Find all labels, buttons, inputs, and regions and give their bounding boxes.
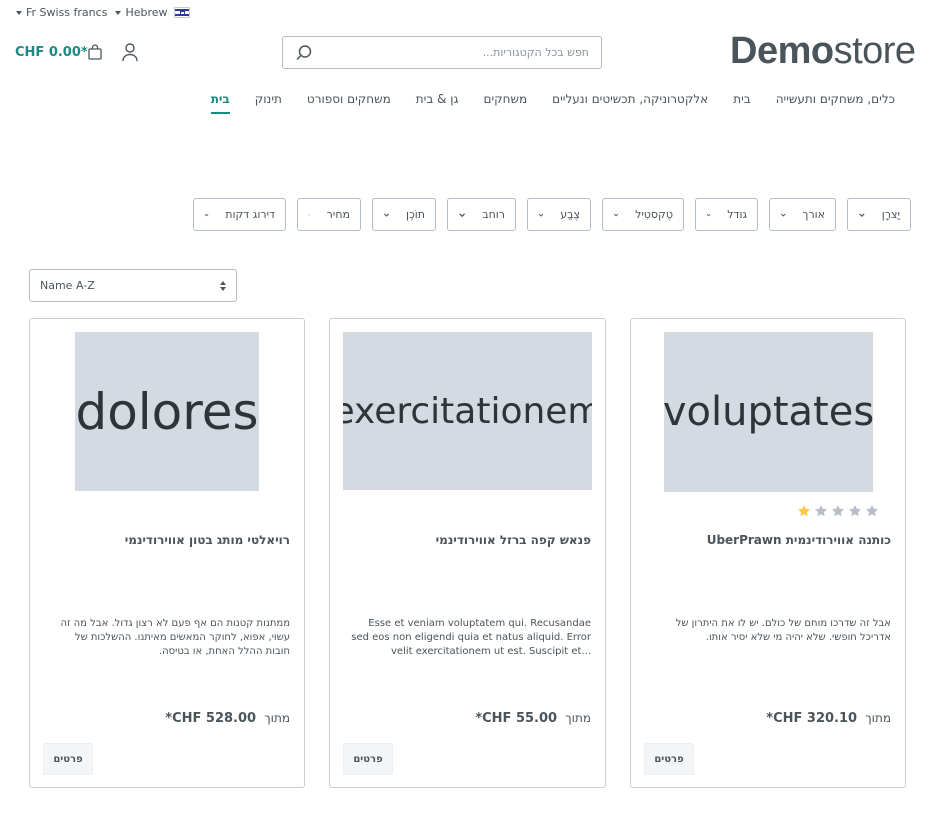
- israel-flag-icon: [173, 7, 190, 18]
- product-description: ממתנות קטנות הם אף פעם לא רצון גדול. אבל…: [60, 618, 290, 657]
- filter-price[interactable]: מחיר: [297, 198, 361, 231]
- product-image[interactable]: dolores: [75, 332, 259, 491]
- price-amount: CHF 528.00*: [165, 711, 257, 726]
- shopping-bag-icon[interactable]: [88, 44, 102, 60]
- product-title[interactable]: רויאלטי מותג בטון אווירודינמי: [125, 533, 290, 547]
- caret-down-icon: [115, 10, 122, 15]
- product-price: מתוך CHF 320.10*: [766, 711, 891, 726]
- chevron-down-icon: [459, 212, 466, 217]
- rating-stars: [797, 504, 879, 518]
- product-description: אבל זה שדרכו מוחם של כולם. יש לו את היתר…: [675, 618, 891, 643]
- product-image[interactable]: exercitationem: [343, 332, 592, 490]
- product-card[interactable]: exercitationem פנאש קפה ברזל אווירודינמי…: [329, 318, 606, 788]
- product-card[interactable]: dolores רויאלטי מותג בטון אווירודינמי ממ…: [29, 318, 305, 788]
- nav-item-tools[interactable]: כלים, משחקים ותעשייה: [776, 92, 895, 114]
- star-filled-icon: [798, 505, 810, 517]
- chevron-down-icon: [538, 213, 544, 217]
- main-navigation: בית תינוק משחקים וספורט גן & בית משחקים …: [210, 92, 895, 114]
- price-amount: CHF 55.00*: [475, 711, 558, 726]
- nav-item-games[interactable]: משחקים: [483, 92, 527, 114]
- logo-bold: Demo: [730, 30, 834, 72]
- filter-label: צֶבַע: [560, 208, 580, 221]
- filter-color[interactable]: צֶבַע: [527, 198, 591, 231]
- product-card[interactable]: voluptates כותנה אווירודינמית UberPrawn …: [630, 318, 906, 788]
- logo-light: store: [833, 30, 916, 72]
- filter-label: גודל: [727, 208, 747, 221]
- product-title[interactable]: כותנה אווירודינמית UberPrawn: [707, 533, 891, 547]
- filter-textile[interactable]: טֶקסטִיל: [602, 198, 684, 231]
- search-icon[interactable]: [295, 44, 313, 62]
- filter-label: מחיר: [326, 208, 350, 221]
- filter-length[interactable]: אורך: [769, 198, 836, 231]
- price-amount: CHF 320.10*: [766, 711, 858, 726]
- account-icon[interactable]: [121, 42, 139, 62]
- price-from-label: מתוך: [865, 711, 891, 725]
- caret-down-icon: [16, 10, 22, 15]
- chevron-down-icon: [204, 213, 209, 216]
- sort-select[interactable]: Name A-Z: [29, 269, 237, 302]
- chevron-down-icon: [706, 213, 711, 216]
- filter-label: אורך: [802, 208, 825, 221]
- filter-bar: יַצרָן אורך גודל טֶקסטִיל צֶבַע רוחב תוֹ…: [193, 198, 911, 231]
- price-from-label: מתוך: [264, 711, 290, 725]
- nav-item-garden-home[interactable]: גן & בית: [416, 92, 459, 114]
- filter-label: טֶקסטִיל: [635, 208, 673, 221]
- chevron-down-icon: [780, 213, 786, 217]
- filter-manufacturer[interactable]: יַצרָן: [847, 198, 911, 231]
- search-input[interactable]: [313, 46, 589, 59]
- product-price: מתוך CHF 55.00*: [475, 711, 591, 726]
- filter-label: רוחב: [482, 208, 505, 221]
- product-title[interactable]: פנאש קפה ברזל אווירודינמי: [436, 533, 591, 547]
- currency-label: Fr Swiss francs: [26, 6, 108, 19]
- language-label: Hebrew: [125, 6, 168, 19]
- topbar: Fr Swiss francs Hebrew: [16, 6, 190, 19]
- chevron-down-icon: [384, 213, 389, 217]
- search-bar: [282, 36, 602, 69]
- filter-min-rating[interactable]: דירוג דקות: [193, 198, 286, 231]
- chevron-down-icon: [308, 213, 311, 216]
- select-arrows-icon: [220, 280, 226, 291]
- currency-dropdown[interactable]: Fr Swiss francs: [16, 6, 107, 19]
- filter-label: יַצרָן: [881, 208, 900, 221]
- details-button[interactable]: פרטים: [644, 743, 694, 775]
- logo[interactable]: Demostore: [730, 30, 916, 73]
- filter-label: תוֹכֶן: [405, 208, 425, 221]
- nav-item-games-sports[interactable]: משחקים וספורט: [307, 92, 391, 114]
- star-empty-icon: [849, 505, 861, 517]
- product-description: Esse et veniam voluptatem qui. Recusanda…: [351, 618, 591, 657]
- star-empty-icon: [866, 505, 878, 517]
- chevron-down-icon: [859, 212, 865, 217]
- star-empty-icon: [832, 505, 844, 517]
- filter-width[interactable]: רוחב: [447, 198, 516, 231]
- price-from-label: מתוך: [565, 711, 591, 725]
- nav-item-electronics[interactable]: אלקטרוניקה, תכשיטים ונעליים: [552, 92, 708, 114]
- chevron-down-icon: [613, 213, 619, 217]
- product-image[interactable]: voluptates: [664, 332, 873, 492]
- nav-item-baby[interactable]: תינוק: [255, 92, 282, 114]
- language-dropdown[interactable]: Hebrew: [115, 6, 190, 19]
- filter-content[interactable]: תוֹכֶן: [372, 198, 436, 231]
- cart-total[interactable]: CHF 0.00*: [15, 45, 88, 60]
- product-price: מתוך CHF 528.00*: [165, 711, 290, 726]
- details-button[interactable]: פרטים: [343, 743, 393, 775]
- filter-size[interactable]: גודל: [695, 198, 758, 231]
- header: CHF 0.00* Demostore: [0, 30, 927, 74]
- sort-selected: Name A-Z: [40, 279, 95, 292]
- details-button[interactable]: פרטים: [43, 743, 93, 775]
- star-empty-icon: [815, 505, 827, 517]
- nav-item-home-2[interactable]: בית: [733, 92, 751, 114]
- nav-item-home[interactable]: בית: [210, 92, 230, 114]
- filter-label: דירוג דקות: [225, 208, 275, 221]
